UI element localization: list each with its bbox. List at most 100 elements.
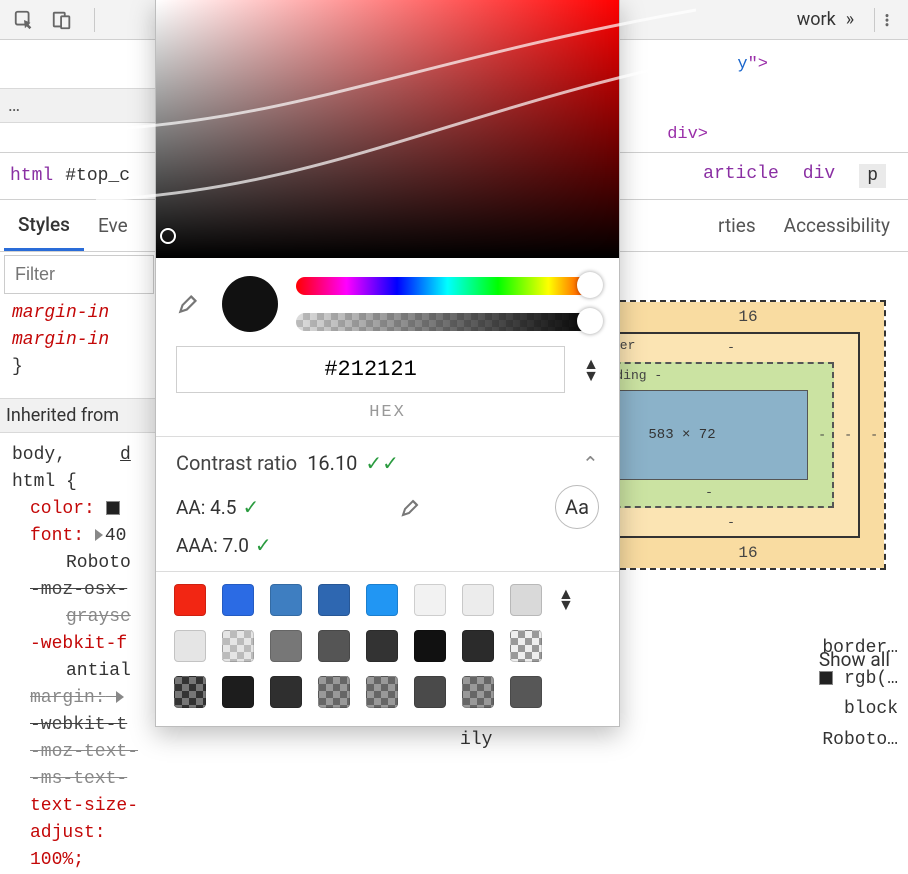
css-prop-webkit-font[interactable]: -webkit-f bbox=[30, 634, 127, 654]
background-eyedropper-button[interactable] bbox=[399, 495, 423, 519]
border-top-dash: - bbox=[727, 340, 735, 355]
breadcrumb-top[interactable]: #top_c bbox=[65, 166, 130, 186]
tab-styles[interactable]: Styles bbox=[4, 201, 84, 251]
palette-swatch[interactable] bbox=[414, 676, 446, 708]
palette-swatch[interactable] bbox=[270, 676, 302, 708]
palette-swatch[interactable] bbox=[462, 630, 494, 662]
inspect-element-toggle[interactable] bbox=[8, 4, 40, 36]
check-icon: ✓ bbox=[242, 495, 259, 519]
expand-triangle-icon[interactable] bbox=[95, 529, 103, 541]
dom-collapsed-ellipsis[interactable]: … bbox=[0, 88, 155, 123]
device-toolbar-toggle[interactable] bbox=[46, 4, 78, 36]
css-selector-html[interactable]: html { bbox=[12, 472, 77, 492]
palette-swatch[interactable] bbox=[270, 630, 302, 662]
chevron-up-icon[interactable]: ⌄ bbox=[582, 451, 599, 475]
padding-right-dash: - bbox=[818, 428, 826, 443]
breadcrumb-div[interactable]: div bbox=[803, 164, 835, 188]
color-swatch-icon[interactable] bbox=[819, 671, 833, 685]
css-prop-moz-text[interactable]: -moz-text- bbox=[12, 739, 162, 766]
css-prop-margin-inline[interactable]: margin-in bbox=[12, 303, 109, 323]
tab-properties-partial[interactable]: rties bbox=[704, 202, 770, 249]
aa-label: AA: 4.5 bbox=[176, 496, 236, 519]
css-prop-webkit-text[interactable]: -webkit-t bbox=[12, 712, 162, 739]
format-stepper[interactable]: ▲▼ bbox=[583, 358, 599, 380]
hex-input[interactable] bbox=[176, 346, 565, 393]
palette-swatch[interactable] bbox=[366, 676, 398, 708]
more-tabs-button[interactable]: » bbox=[846, 9, 854, 30]
expand-triangle-icon[interactable] bbox=[116, 691, 124, 703]
palette-swatch[interactable] bbox=[510, 676, 542, 708]
tab-event-listeners-partial[interactable]: Eve bbox=[84, 202, 142, 249]
css-selector-body[interactable]: body, bbox=[12, 445, 66, 465]
palette-swatch[interactable] bbox=[318, 676, 350, 708]
sv-selection-handle[interactable] bbox=[160, 228, 176, 244]
palette-swatch[interactable] bbox=[174, 630, 206, 662]
breadcrumb-html[interactable]: html bbox=[10, 166, 53, 186]
css-prop-moz-osx[interactable]: -moz-osx- bbox=[12, 577, 162, 604]
palette-swatch[interactable] bbox=[318, 584, 350, 616]
palette-swatch[interactable] bbox=[510, 630, 542, 662]
color-format-label: HEX bbox=[156, 397, 619, 436]
alpha-slider[interactable] bbox=[296, 313, 599, 331]
breadcrumb-article[interactable]: article bbox=[703, 164, 779, 188]
dom-div-tag-partial[interactable]: div> bbox=[667, 125, 708, 144]
palette-swatch[interactable] bbox=[366, 630, 398, 662]
tab-network-partial[interactable]: work bbox=[797, 9, 836, 30]
css-prop-ms-text[interactable]: -ms-text- bbox=[12, 766, 162, 793]
contrast-curve-icon bbox=[96, 0, 696, 260]
double-check-icon: ✓✓ bbox=[365, 451, 399, 475]
css-source-link[interactable]: d bbox=[120, 445, 131, 465]
dom-body-tag-partial[interactable]: y"> bbox=[737, 55, 768, 74]
hue-thumb[interactable] bbox=[577, 272, 603, 298]
color-picker-popover: ▲▼ HEX Contrast ratio 16.10 ✓✓ ⌄ AA: 4.5… bbox=[155, 0, 620, 727]
toolbar-separator bbox=[874, 8, 875, 32]
toolbar-separator bbox=[94, 8, 95, 32]
inherited-header: Inherited from bbox=[0, 398, 155, 433]
css-value-font-family[interactable]: Roboto bbox=[12, 550, 162, 577]
check-icon: ✓ bbox=[255, 533, 272, 557]
settings-kebab-icon[interactable]: … bbox=[881, 12, 905, 27]
css-prop-text-size-adjust[interactable]: text-size-adjust: 100%; bbox=[30, 796, 138, 870]
eyedropper-button[interactable] bbox=[176, 290, 204, 318]
contrast-ratio-label: Contrast ratio bbox=[176, 451, 297, 475]
palette-swatch[interactable] bbox=[510, 584, 542, 616]
filter-input[interactable] bbox=[4, 255, 154, 294]
palette-stepper[interactable]: ▲▼ bbox=[558, 588, 601, 610]
palette-swatch[interactable] bbox=[174, 676, 206, 708]
styles-filter bbox=[4, 255, 154, 294]
palette-swatch[interactable] bbox=[270, 584, 302, 616]
tab-accessibility[interactable]: Accessibility bbox=[770, 202, 904, 249]
palette-swatch[interactable] bbox=[462, 676, 494, 708]
hue-slider[interactable] bbox=[296, 277, 599, 295]
padding-bottom-dash: - bbox=[705, 485, 713, 500]
palette-swatch[interactable] bbox=[414, 630, 446, 662]
border-bottom-dash: - bbox=[727, 515, 735, 530]
css-prop-font[interactable]: font: bbox=[30, 526, 84, 546]
contrast-section: Contrast ratio 16.10 ✓✓ ⌄ AA: 4.5 ✓ Aa A… bbox=[156, 436, 619, 571]
box-model-diagram[interactable]: 16 16 - der - - - padding - - - 583 × 72 bbox=[610, 300, 886, 570]
palette-swatch[interactable] bbox=[366, 584, 398, 616]
palette-swatch[interactable] bbox=[318, 630, 350, 662]
margin-bottom-value: 16 bbox=[738, 544, 757, 562]
css-value-grayscale[interactable]: grayse bbox=[12, 604, 162, 631]
alpha-thumb[interactable] bbox=[577, 308, 603, 334]
palette-swatch[interactable] bbox=[222, 630, 254, 662]
contrast-ratio-value: 16.10 bbox=[307, 451, 357, 475]
color-swatch-icon[interactable] bbox=[106, 501, 120, 515]
palette-swatch[interactable] bbox=[414, 584, 446, 616]
css-prop-margin[interactable]: margin: bbox=[30, 688, 106, 708]
palette-swatch[interactable] bbox=[462, 584, 494, 616]
margin-top-value: 16 bbox=[738, 308, 757, 326]
text-sample-button[interactable]: Aa bbox=[555, 485, 599, 529]
saturation-value-panel[interactable] bbox=[156, 0, 619, 258]
palette-swatch[interactable] bbox=[222, 676, 254, 708]
border-right-dash: - bbox=[844, 428, 852, 443]
css-prop-color[interactable]: color: bbox=[30, 499, 95, 519]
css-value-antialiased[interactable]: antial bbox=[12, 658, 162, 685]
palette-swatch[interactable] bbox=[222, 584, 254, 616]
palette-section: ▲▼ bbox=[156, 571, 619, 726]
css-prop-margin-inline[interactable]: margin-in bbox=[12, 330, 109, 350]
breadcrumb-p-selected[interactable]: p bbox=[859, 164, 886, 188]
current-color-swatch bbox=[222, 276, 278, 332]
palette-swatch[interactable] bbox=[174, 584, 206, 616]
